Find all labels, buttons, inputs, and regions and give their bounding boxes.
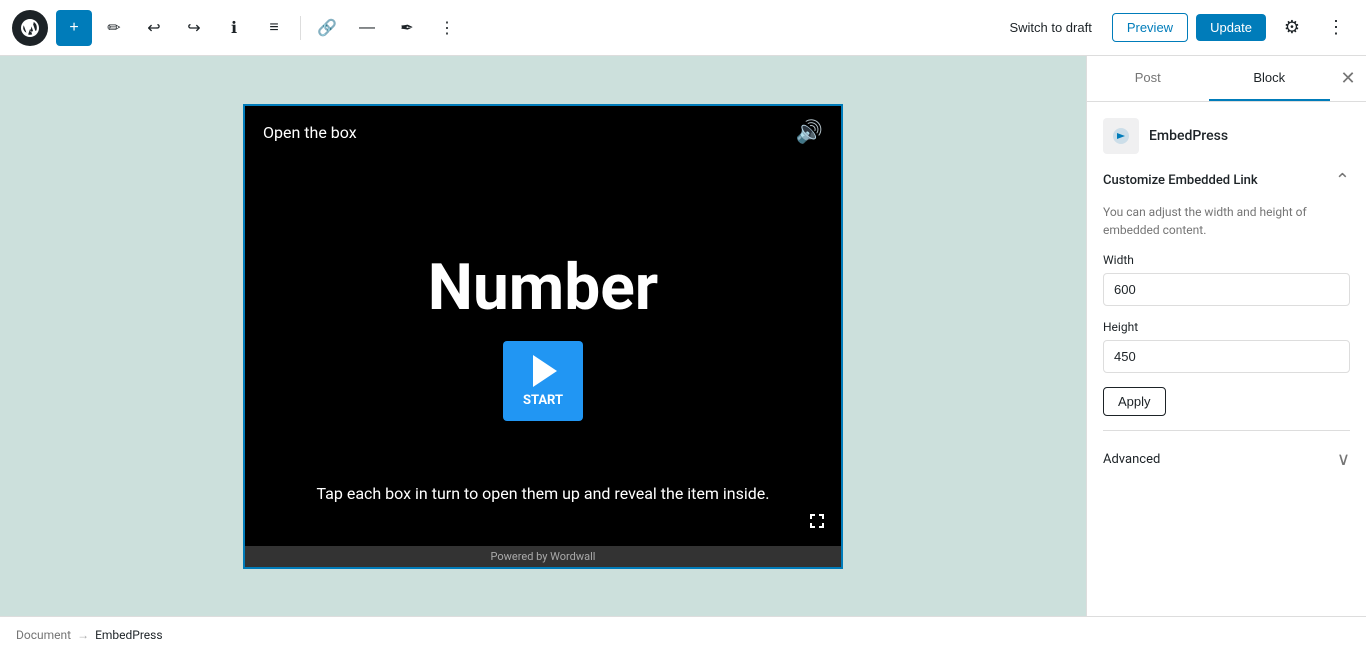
chevron-down-icon: ∨ xyxy=(1337,449,1350,469)
customize-description: You can adjust the width and height of e… xyxy=(1103,203,1350,239)
marker-icon: ✒ xyxy=(400,18,413,38)
width-label: Width xyxy=(1103,253,1350,267)
apply-button[interactable]: Apply xyxy=(1103,387,1166,416)
advanced-label: Advanced xyxy=(1103,452,1160,467)
plus-icon: + xyxy=(69,19,78,37)
breadcrumb-separator: → xyxy=(77,628,89,642)
breadcrumb-current: EmbedPress xyxy=(95,628,163,642)
customize-section-header: Customize Embedded Link ⌃ xyxy=(1103,170,1350,191)
redo-button[interactable]: ↪ xyxy=(176,10,212,46)
redo-icon: ↪ xyxy=(187,18,200,38)
customize-section-title: Customize Embedded Link xyxy=(1103,173,1258,188)
block-panel: EmbedPress Customize Embedded Link ⌃ You… xyxy=(1087,102,1366,490)
list-icon: ≡ xyxy=(269,19,278,37)
main-area: Open the box 🔊 Number START Tap each box… xyxy=(0,56,1366,616)
switch-draft-button[interactable]: Switch to draft xyxy=(997,14,1103,41)
sidebar-close-button[interactable]: ✕ xyxy=(1330,61,1366,97)
embedpress-icon xyxy=(1111,126,1131,146)
more-options-button[interactable]: ⋮ xyxy=(1318,10,1354,46)
add-block-button[interactable]: + xyxy=(56,10,92,46)
settings-button[interactable]: ⚙ xyxy=(1274,10,1310,46)
separator-button[interactable]: — xyxy=(349,10,385,46)
advanced-section-row[interactable]: Advanced ∨ xyxy=(1103,445,1350,474)
chain-button[interactable]: 🔗 xyxy=(309,10,345,46)
width-field-group: Width xyxy=(1103,253,1350,306)
breadcrumb-bar: Document → EmbedPress xyxy=(0,616,1366,652)
tab-block[interactable]: Block xyxy=(1209,56,1331,101)
update-button[interactable]: Update xyxy=(1196,14,1266,41)
speaker-icon: 🔊 xyxy=(796,120,823,145)
toolbar-right: Switch to draft Preview Update ⚙ ⋮ xyxy=(997,10,1354,46)
sidebar-panel: Post Block ✕ EmbedPress Customize Embedd… xyxy=(1086,56,1366,616)
info-button[interactable]: ℹ xyxy=(216,10,252,46)
undo-icon: ↩ xyxy=(147,18,160,38)
wordpress-logo xyxy=(12,10,48,46)
preview-button[interactable]: Preview xyxy=(1112,13,1188,42)
embed-top-bar: Open the box 🔊 xyxy=(245,106,841,159)
sidebar-tabs-row: Post Block ✕ xyxy=(1087,56,1366,102)
undo-button[interactable]: ↩ xyxy=(136,10,172,46)
close-icon: ✕ xyxy=(1340,68,1355,89)
embed-block[interactable]: Open the box 🔊 Number START Tap each box… xyxy=(243,104,843,569)
embed-video: Open the box 🔊 Number START Tap each box… xyxy=(245,106,841,546)
height-input[interactable] xyxy=(1103,340,1350,373)
start-label: START xyxy=(523,393,563,408)
block-name-label: EmbedPress xyxy=(1149,128,1228,144)
chevron-up-icon: ⌃ xyxy=(1335,170,1350,190)
customize-toggle-button[interactable]: ⌃ xyxy=(1335,170,1350,191)
separator-icon: — xyxy=(359,19,375,37)
fullscreen-icon[interactable] xyxy=(807,511,827,536)
toolbar-left: + ✏ ↩ ↪ ℹ ≡ 🔗 — ✒ ⋮ xyxy=(12,10,993,46)
section-divider xyxy=(1103,430,1350,431)
embed-footer: Powered by Wordwall xyxy=(245,546,841,567)
height-label: Height xyxy=(1103,320,1350,334)
chain-icon: 🔗 xyxy=(317,18,337,38)
embed-play-button[interactable]: START xyxy=(503,341,583,421)
play-triangle-icon xyxy=(533,355,557,387)
advanced-toggle-button[interactable]: ∨ xyxy=(1337,449,1350,470)
width-input[interactable] xyxy=(1103,273,1350,306)
breadcrumb-document[interactable]: Document xyxy=(16,628,71,642)
height-field-group: Height xyxy=(1103,320,1350,373)
tab-post[interactable]: Post xyxy=(1087,56,1209,101)
info-icon: ℹ xyxy=(231,18,237,38)
more-toolbar-button[interactable]: ⋮ xyxy=(429,10,465,46)
embed-open-text: Open the box xyxy=(263,123,357,142)
embed-number-label: Number xyxy=(428,250,658,325)
more-icon: ⋮ xyxy=(439,18,455,38)
kebab-icon: ⋮ xyxy=(1327,17,1345,38)
editor-canvas[interactable]: Open the box 🔊 Number START Tap each box… xyxy=(0,56,1086,616)
wp-logo-icon xyxy=(20,18,40,38)
settings-icon: ⚙ xyxy=(1284,17,1300,38)
main-toolbar: + ✏ ↩ ↪ ℹ ≡ 🔗 — ✒ ⋮ Switch to draft xyxy=(0,0,1366,56)
marker-button[interactable]: ✒ xyxy=(389,10,425,46)
block-header: EmbedPress xyxy=(1103,118,1350,154)
list-view-button[interactable]: ≡ xyxy=(256,10,292,46)
embedpress-block-icon xyxy=(1103,118,1139,154)
edit-tool-button[interactable]: ✏ xyxy=(96,10,132,46)
toolbar-divider xyxy=(300,16,301,40)
embed-description: Tap each box in turn to open them up and… xyxy=(245,482,841,506)
pencil-icon: ✏ xyxy=(107,18,120,38)
